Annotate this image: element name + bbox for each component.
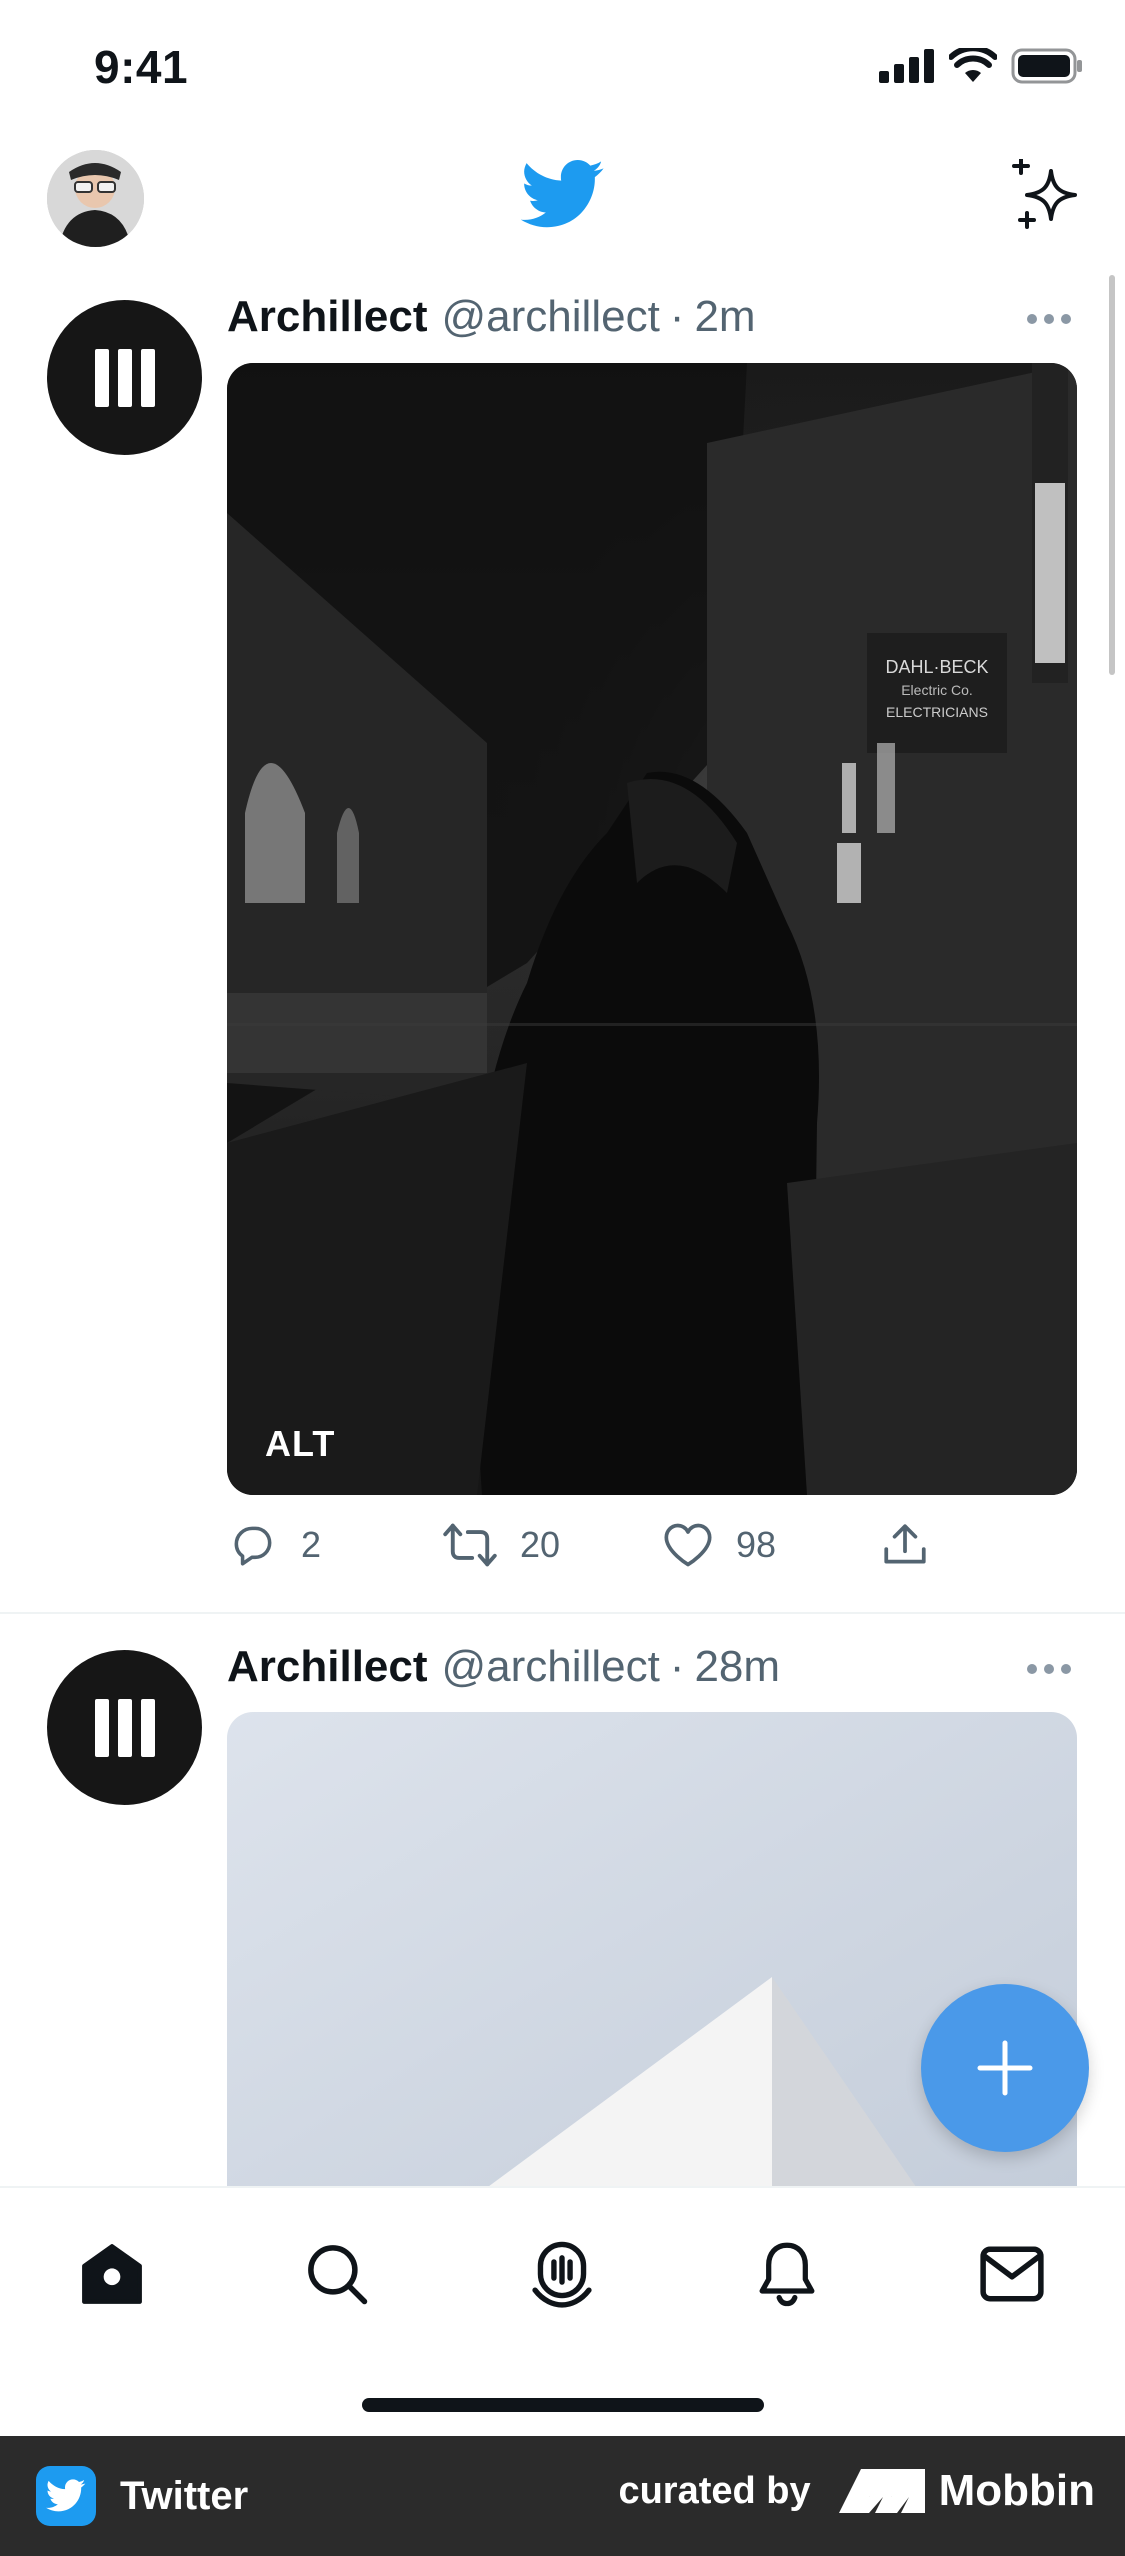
nav-messages[interactable] — [972, 2234, 1052, 2314]
nav-notifications[interactable] — [747, 2234, 827, 2314]
author-avatar[interactable] — [47, 1650, 202, 1805]
archillect-logo-icon — [94, 1698, 155, 1757]
tweet[interactable]: Archillect @archillect · 28m — [0, 0, 1125, 2232]
nav-spaces[interactable] — [522, 2234, 602, 2314]
author-handle[interactable]: @archillect — [442, 1642, 660, 1692]
footer-app-name: Twitter — [120, 2473, 249, 2518]
tweet-header: Archillect @archillect · 28m — [227, 1642, 780, 1692]
footer-app: Twitter — [36, 2466, 248, 2526]
home-indicator[interactable] — [362, 2398, 764, 2412]
tweet-media[interactable] — [227, 1712, 1077, 2232]
notifications-icon — [759, 2242, 815, 2307]
nav-home[interactable] — [72, 2234, 152, 2314]
twitter-app-icon — [36, 2466, 96, 2526]
plus-icon — [977, 2040, 1033, 2096]
tweet-timestamp[interactable]: 28m — [694, 1642, 780, 1692]
nav-search[interactable] — [297, 2234, 377, 2314]
compose-tweet-button[interactable] — [921, 1984, 1089, 2152]
tweet-photo — [227, 1712, 1077, 2232]
footer-credit: curated by Mobbin — [618, 2466, 1095, 2516]
separator: · — [669, 1642, 685, 1691]
more-options-icon[interactable] — [1027, 1664, 1071, 1676]
messages-icon — [980, 2246, 1044, 2302]
author-name[interactable]: Archillect — [227, 1642, 428, 1692]
mobbin-logo-icon — [838, 2469, 925, 2513]
mobbin-brand: Mobbin — [838, 2466, 1095, 2516]
spaces-icon — [532, 2241, 592, 2308]
home-icon — [82, 2244, 142, 2304]
search-icon — [308, 2245, 368, 2305]
bottom-nav — [0, 2186, 1125, 2436]
footer-brand-bar: Twitter curated by Mobbin — [0, 2436, 1125, 2556]
mobbin-brand-name: Mobbin — [938, 2466, 1095, 2515]
curated-by-label: curated by — [618, 2469, 811, 2512]
